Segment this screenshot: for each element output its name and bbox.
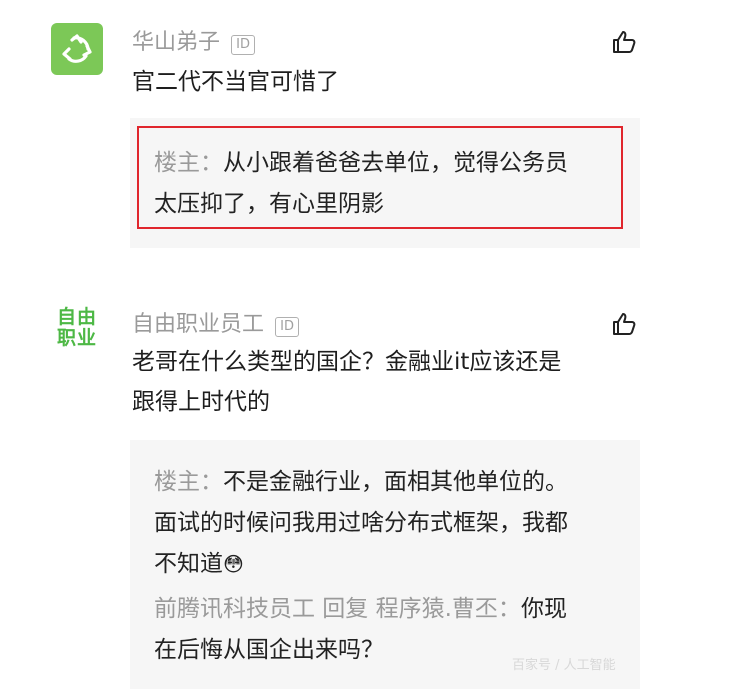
- like-button[interactable]: [611, 29, 637, 59]
- avatar-text-line2: 职业: [56, 327, 97, 349]
- avatar[interactable]: [51, 23, 103, 75]
- reply-text-line2: 面试的时候问我用过啥分布式框架，我都: [154, 510, 568, 536]
- reply-author[interactable]: 楼主：: [154, 469, 223, 495]
- comment-text-line1: 老哥在什么类型的国企？金融业it应该还是: [132, 349, 562, 375]
- comment-text: 老哥在什么类型的国企？金融业it应该还是 跟得上时代的: [132, 342, 561, 422]
- username[interactable]: 自由职业员工: [132, 312, 264, 337]
- highlight-frame: [137, 126, 623, 229]
- id-badge: ID: [275, 316, 299, 337]
- comment-header: 自由职业员工 ID: [132, 306, 299, 338]
- comment-text-line2: 跟得上时代的: [132, 389, 270, 415]
- thumbs-up-icon: [613, 313, 636, 335]
- reply-text-line3: 不知道: [154, 551, 223, 577]
- reply-text-line1: 不是金融行业，面相其他单位的。: [223, 469, 568, 495]
- comment-text: 官二代不当官可惜了: [132, 69, 339, 95]
- thumbs-up-icon: [613, 31, 636, 53]
- username[interactable]: 华山弟子: [132, 30, 220, 55]
- watermark: 百家号 / 人工智能: [512, 658, 616, 673]
- recycle-icon: [62, 34, 92, 63]
- reply-box[interactable]: 楼主：不是金融行业，面相其他单位的。 面试的时候问我用过啥分布式框架，我都 不知…: [130, 440, 640, 689]
- avatar-text-line1: 自由: [56, 306, 97, 328]
- id-badge: ID: [231, 34, 255, 55]
- avatar[interactable]: 自由 职业: [53, 307, 101, 355]
- flushed-emoji: 😳: [223, 552, 244, 576]
- comment-header: 华山弟子 ID: [132, 24, 255, 56]
- like-button[interactable]: [611, 311, 637, 341]
- sub-reply-author[interactable]: 前腾讯科技员工 回复 程序猿.曹丕：: [154, 596, 521, 622]
- sub-reply-text-line1: 你现: [520, 596, 567, 622]
